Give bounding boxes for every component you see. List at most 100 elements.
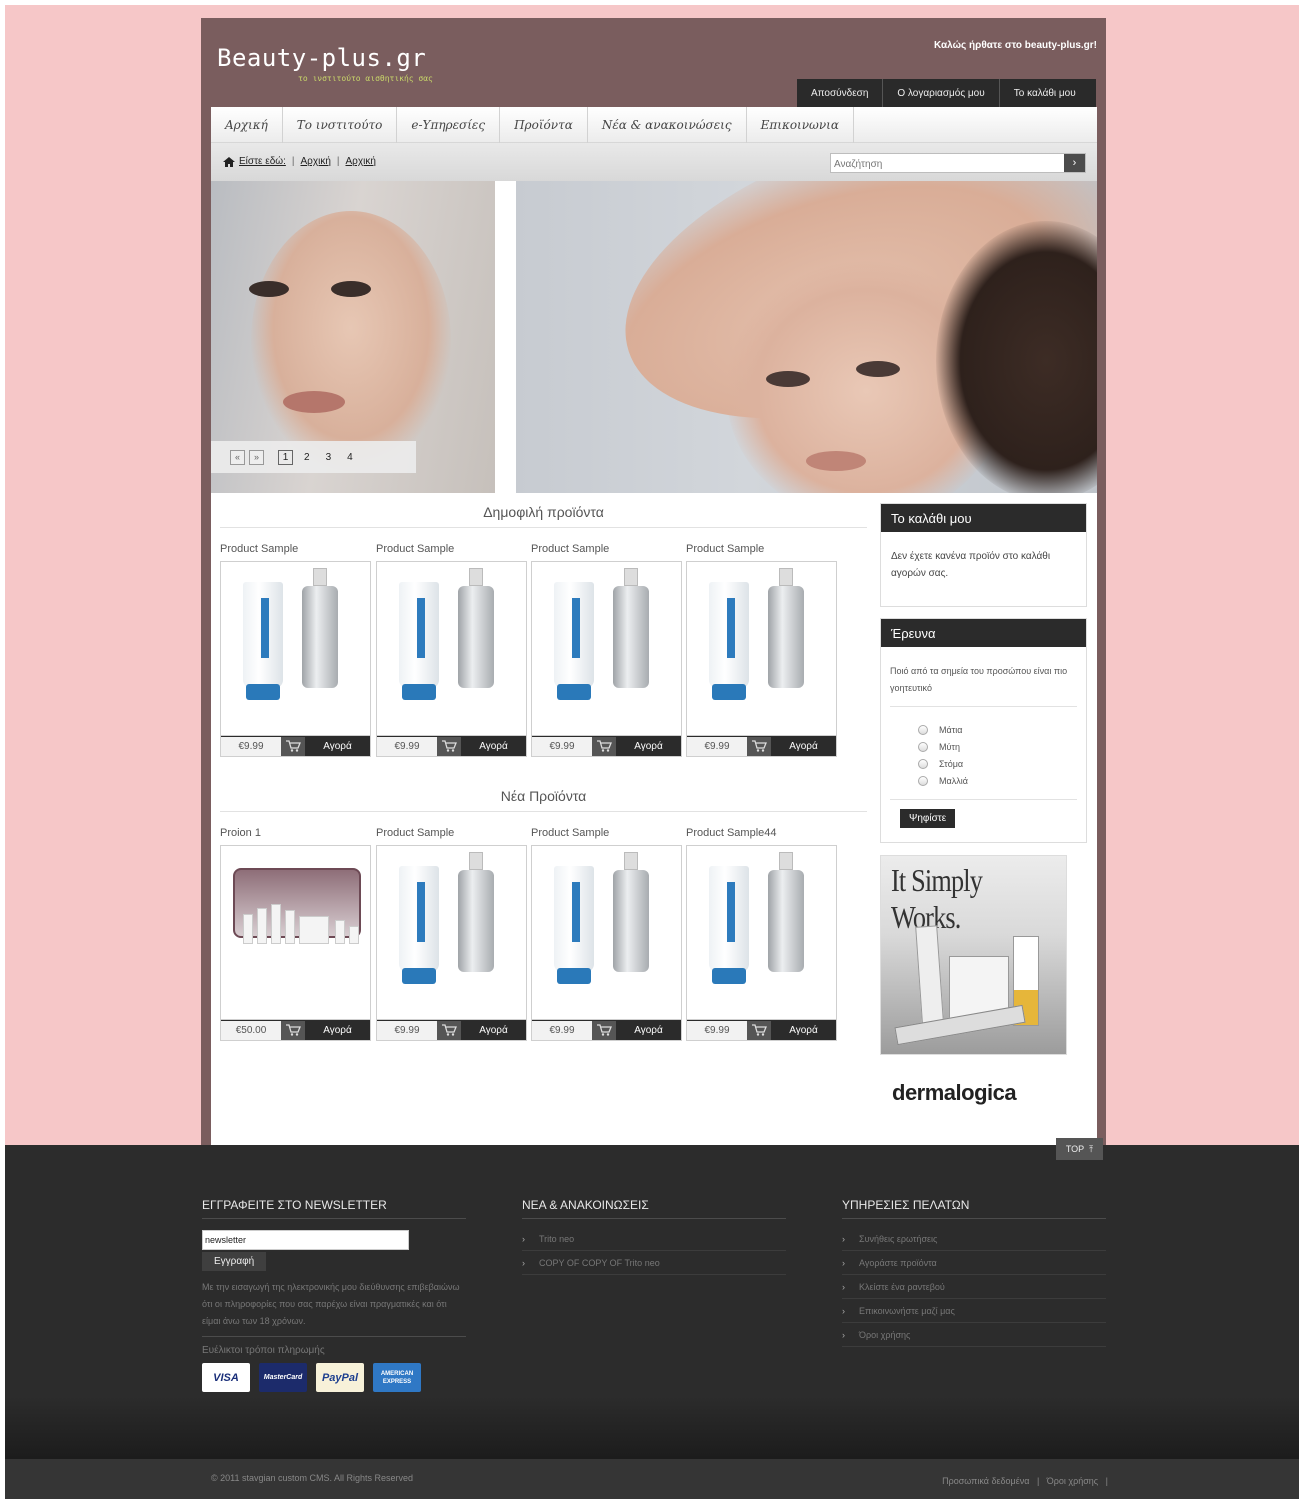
product-image[interactable] xyxy=(376,561,527,736)
product-name[interactable]: Product Sample xyxy=(376,827,527,839)
slider-page-2[interactable]: 2 xyxy=(304,452,310,463)
product-name[interactable]: Product Sample xyxy=(531,543,682,555)
buy-button[interactable]: Αγορά xyxy=(771,741,836,752)
newsletter-email-input[interactable] xyxy=(202,1230,409,1250)
radio-button[interactable] xyxy=(918,758,928,769)
nav-item-eservices[interactable]: e-Υπηρεσίες xyxy=(397,107,501,143)
cleanser-tube-image xyxy=(554,582,594,700)
buy-button[interactable]: Αγορά xyxy=(771,1025,836,1036)
face-shape xyxy=(251,211,451,471)
slider-page-3[interactable]: 3 xyxy=(326,452,332,463)
services-link[interactable]: › Κλείστε ένα ραντεβού xyxy=(842,1275,1106,1299)
product-name[interactable]: Product Sample xyxy=(686,543,837,555)
product-name[interactable]: Product Sample xyxy=(220,543,371,555)
nav-item-products[interactable]: Προϊόντα xyxy=(500,107,588,143)
search-input[interactable] xyxy=(831,155,1063,174)
services-link[interactable]: › Συνήθεις ερωτήσεις xyxy=(842,1227,1106,1251)
product-name[interactable]: Product Sample xyxy=(531,827,682,839)
tube-cap-shape xyxy=(557,684,591,700)
poll-option-label: Μάτια xyxy=(939,724,963,735)
product-price: €9.99 xyxy=(687,1020,747,1040)
poll-option[interactable]: Μαλλιά xyxy=(918,772,1077,789)
slider-prev-button[interactable]: « xyxy=(230,449,245,465)
cart-icon[interactable] xyxy=(592,1020,616,1040)
product-card[interactable]: Product Sample €9.99 Αγορά xyxy=(376,827,527,1041)
product-image[interactable] xyxy=(531,561,682,736)
product-card[interactable]: Product Sample €9.99 Αγορά xyxy=(531,827,682,1041)
services-list: › Συνήθεις ερωτήσεις › Αγοράστε προϊόντα ›… xyxy=(842,1227,1106,1347)
slider-page-4[interactable]: 4 xyxy=(347,452,353,463)
poll-option[interactable]: Μύτη xyxy=(918,738,1077,755)
breadcrumb-item[interactable]: Αρχική xyxy=(345,156,375,167)
buy-button[interactable]: Αγορά xyxy=(305,741,370,752)
product-card[interactable]: Product Sample €9.99 Αγορά xyxy=(686,543,837,757)
breadcrumb-separator: | xyxy=(336,156,340,167)
buy-button[interactable]: Αγορά xyxy=(305,1025,370,1036)
cart-icon[interactable] xyxy=(281,736,305,756)
slider-next-button[interactable]: » xyxy=(249,449,264,465)
nav-item-home[interactable]: Αρχική xyxy=(211,107,283,143)
buy-button[interactable]: Αγορά xyxy=(616,741,681,752)
privacy-link[interactable]: Προσωπικά δεδομένα xyxy=(942,1476,1029,1486)
product-price: €9.99 xyxy=(377,1020,437,1040)
slider-page-1[interactable]: 1 xyxy=(278,449,293,465)
cart-icon[interactable] xyxy=(747,1020,771,1040)
buy-button[interactable]: Αγορά xyxy=(461,741,526,752)
vote-button[interactable]: Ψηφίστε xyxy=(900,809,956,828)
product-card[interactable]: Proion 1 €50.00 Αγορά xyxy=(220,827,371,1041)
product-image[interactable] xyxy=(686,845,837,1020)
logout-link[interactable]: Αποσύνδεση xyxy=(797,79,884,107)
back-to-top-button[interactable]: TOP ⤒ xyxy=(1056,1138,1103,1160)
radio-button[interactable] xyxy=(918,741,928,752)
nav-item-news[interactable]: Νέα & ανακοινώσεις xyxy=(588,107,747,143)
product-card[interactable]: Product Sample €9.99 Αγορά xyxy=(376,543,527,757)
terms-link[interactable]: Όροι χρήσης xyxy=(1047,1476,1098,1486)
product-image[interactable] xyxy=(220,561,371,736)
product-card[interactable]: Product Sample €9.99 Αγορά xyxy=(220,543,371,757)
breadcrumb-item[interactable]: Αρχική xyxy=(300,156,330,167)
customer-services-title: ΥΠΗΡΕΣΙΕΣ ΠΕΛΑΤΩΝ xyxy=(842,1198,1106,1219)
services-link[interactable]: › Όροι χρήσης xyxy=(842,1323,1106,1347)
my-cart-link[interactable]: Το καλάθι μου xyxy=(1000,79,1090,107)
product-card[interactable]: Product Sample €9.99 Αγορά xyxy=(531,543,682,757)
radio-button[interactable] xyxy=(918,775,928,786)
product-price: €9.99 xyxy=(377,736,437,756)
product-card[interactable]: Product Sample44 €9.99 Αγορά xyxy=(686,827,837,1041)
slider-pager: « » 1 2 3 4 xyxy=(211,441,416,473)
news-link[interactable]: › COPY OF COPY OF Trito neo xyxy=(522,1251,786,1275)
radio-button[interactable] xyxy=(918,724,928,735)
cart-icon[interactable] xyxy=(437,736,461,756)
news-link[interactable]: › Trito neo xyxy=(522,1227,786,1251)
product-image[interactable] xyxy=(376,845,527,1020)
cart-icon[interactable] xyxy=(281,1020,305,1040)
poll-box: Έρευνα Ποιό από τα σημεία του προσώπου ε… xyxy=(880,618,1087,843)
product-name[interactable]: Product Sample xyxy=(376,543,527,555)
home-icon[interactable] xyxy=(223,156,235,167)
eye-shape xyxy=(249,281,289,297)
site-logo[interactable]: Beauty-plus.gr xyxy=(217,44,426,72)
dermalogica-ad-banner[interactable]: It Simply Works. xyxy=(880,855,1067,1055)
product-name[interactable]: Product Sample44 xyxy=(686,827,837,839)
product-image[interactable] xyxy=(686,561,837,736)
product-image[interactable] xyxy=(531,845,682,1020)
payment-methods-title: Ευέλικτοι τρόποι πληρωμής xyxy=(202,1345,325,1356)
search-submit-button[interactable]: › xyxy=(1064,154,1085,172)
cart-icon[interactable] xyxy=(747,736,771,756)
services-link[interactable]: › Επικοινωνήστε μαζί μας xyxy=(842,1299,1106,1323)
breadcrumb-label[interactable]: Είστε εδώ: xyxy=(239,156,286,167)
poll-option[interactable]: Στόμα xyxy=(918,755,1077,772)
product-image[interactable] xyxy=(220,845,371,1020)
news-column: ΝΕΑ & ΑΝΑΚΟΙΝΩΣΕΙΣ › Trito neo › COPY OF C… xyxy=(522,1198,786,1275)
product-name[interactable]: Proion 1 xyxy=(220,827,371,839)
cart-icon[interactable] xyxy=(437,1020,461,1040)
cart-icon[interactable] xyxy=(592,736,616,756)
buy-button[interactable]: Αγορά xyxy=(616,1025,681,1036)
nav-item-institute[interactable]: Το ινστιτούτο xyxy=(283,107,398,143)
poll-option[interactable]: Μάτια xyxy=(918,721,1077,738)
newsletter-subscribe-button[interactable]: Εγγραφή xyxy=(202,1252,267,1271)
my-account-link[interactable]: Ο λογαριασμός μου xyxy=(883,79,1000,107)
nav-item-contact[interactable]: Επικοινωνια xyxy=(747,107,854,143)
buy-button[interactable]: Αγορά xyxy=(461,1025,526,1036)
services-link[interactable]: › Αγοράστε προϊόντα xyxy=(842,1251,1106,1275)
dermalogica-logo[interactable]: dermalogica xyxy=(892,1080,1017,1106)
